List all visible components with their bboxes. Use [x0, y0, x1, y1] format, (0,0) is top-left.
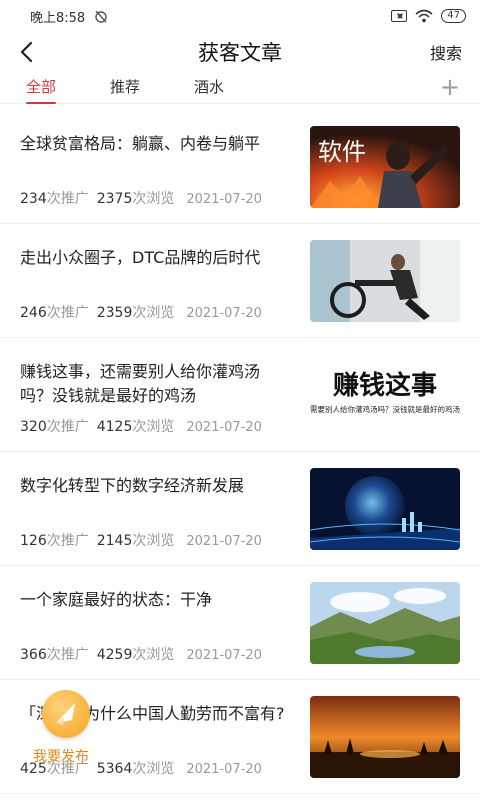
view-count: 2145: [96, 533, 133, 549]
view-unit: 次浏览: [132, 305, 175, 321]
promotion-unit: 次推广: [46, 419, 89, 435]
sim-off-icon: [391, 10, 408, 22]
promotion-unit: 次推广: [46, 533, 89, 549]
publish-icon: [42, 690, 90, 738]
add-category-icon[interactable]: +: [440, 75, 460, 99]
article-date: 2021-07-20: [186, 420, 262, 435]
nav-bar: 获客文章 搜索: [0, 32, 480, 72]
tab-all[interactable]: 全部: [26, 76, 57, 104]
article-date: 2021-07-20: [186, 192, 262, 207]
article-item[interactable]: 赚钱这事，还需要别人给你灌鸡汤吗？没钱就是最好的鸡汤 320次推广 4125次浏…: [0, 338, 480, 452]
article-date: 2021-07-20: [186, 534, 262, 549]
promotion-count: 246: [20, 305, 47, 321]
article-date: 2021-07-20: [186, 306, 262, 321]
status-right: 47: [391, 9, 466, 23]
promotion-count: 234: [20, 191, 47, 207]
view-unit: 次浏览: [132, 533, 175, 549]
view-count: 4259: [96, 647, 133, 663]
article-thumbnail: 赚钱这事 还需要别人给你灌鸡汤吗？没钱就是最好的鸡汤！: [310, 354, 460, 436]
article-date: 2021-07-20: [186, 762, 262, 777]
page-title: 获客文章: [198, 41, 282, 65]
view-unit: 次浏览: [132, 419, 175, 435]
publish-button[interactable]: 我要发布: [28, 690, 108, 770]
article-date: 2021-07-20: [186, 648, 262, 663]
battery-icon: 47: [441, 9, 466, 23]
article-thumbnail: [310, 240, 460, 322]
article-title: 一个家庭最好的状态：干净: [20, 590, 213, 609]
article-title: 数字化转型下的数字经济新发展: [20, 476, 245, 495]
view-unit: 次浏览: [132, 647, 175, 663]
thumbnail-caption: 赚钱这事: [333, 370, 437, 401]
view-count: 2375: [96, 191, 133, 207]
view-unit: 次浏览: [132, 191, 175, 207]
article-item[interactable]: 走出小众圈子，DTC品牌的后时代 246次推广 2359次浏览 2021-07-…: [0, 224, 480, 338]
promotion-count: 366: [20, 647, 47, 663]
article-meta: 366次推广 4259次浏览 2021-07-20: [20, 644, 262, 664]
view-count: 4125: [96, 419, 133, 435]
article-meta: 320次推广 4125次浏览 2021-07-20: [20, 416, 262, 436]
article-meta: 234次推广 2375次浏览 2021-07-20: [20, 188, 262, 208]
article-thumbnail: [310, 696, 460, 778]
promotion-unit: 次推广: [46, 191, 89, 207]
thumbnail-caption: 软件: [318, 138, 366, 166]
article-title: 走出小众圈子，DTC品牌的后时代: [20, 248, 261, 267]
article-item[interactable]: 全球贫富格局：躺赢、内卷与躺平 234次推广 2375次浏览 2021-07-2…: [0, 110, 480, 224]
back-button[interactable]: [18, 37, 48, 67]
article-title: 赚钱这事，还需要别人给你灌鸡汤吗？没钱就是最好的鸡汤: [20, 362, 261, 405]
article-thumbnail: 软件: [310, 126, 460, 208]
promotion-unit: 次推广: [46, 305, 89, 321]
status-time: 晚上8:58: [30, 10, 86, 26]
article-meta: 246次推广 2359次浏览 2021-07-20: [20, 302, 262, 322]
chevron-left-icon: [20, 41, 33, 63]
promotion-unit: 次推广: [46, 647, 89, 663]
publish-label: 我要发布: [33, 749, 89, 765]
article-title: 全球贫富格局：躺赢、内卷与躺平: [20, 134, 261, 153]
category-tabs: 全部 推荐 酒水 +: [0, 72, 480, 104]
view-unit: 次浏览: [132, 761, 175, 777]
wifi-icon: [415, 9, 433, 23]
article-thumbnail: [310, 468, 460, 550]
alarm-off-icon: [95, 10, 107, 23]
tab-drinks[interactable]: 酒水: [194, 76, 224, 99]
article-thumbnail: [310, 582, 460, 664]
view-count: 2359: [96, 305, 133, 321]
status-bar: 晚上8:58 47: [0, 0, 480, 32]
article-item[interactable]: 一个家庭最好的状态：干净 366次推广 4259次浏览 2021-07-20: [0, 566, 480, 680]
tab-recommend[interactable]: 推荐: [110, 76, 140, 99]
search-button[interactable]: 搜索: [430, 40, 462, 64]
article-item[interactable]: 数字化转型下的数字经济新发展 126次推广 2145次浏览 2021-07-20: [0, 452, 480, 566]
promotion-count: 126: [20, 533, 47, 549]
status-left: 晚上8:58: [30, 7, 109, 26]
thumbnail-subcaption: 还需要别人给你灌鸡汤吗？没钱就是最好的鸡汤！: [310, 404, 460, 414]
promotion-count: 320: [20, 419, 47, 435]
article-meta: 126次推广 2145次浏览 2021-07-20: [20, 530, 262, 550]
